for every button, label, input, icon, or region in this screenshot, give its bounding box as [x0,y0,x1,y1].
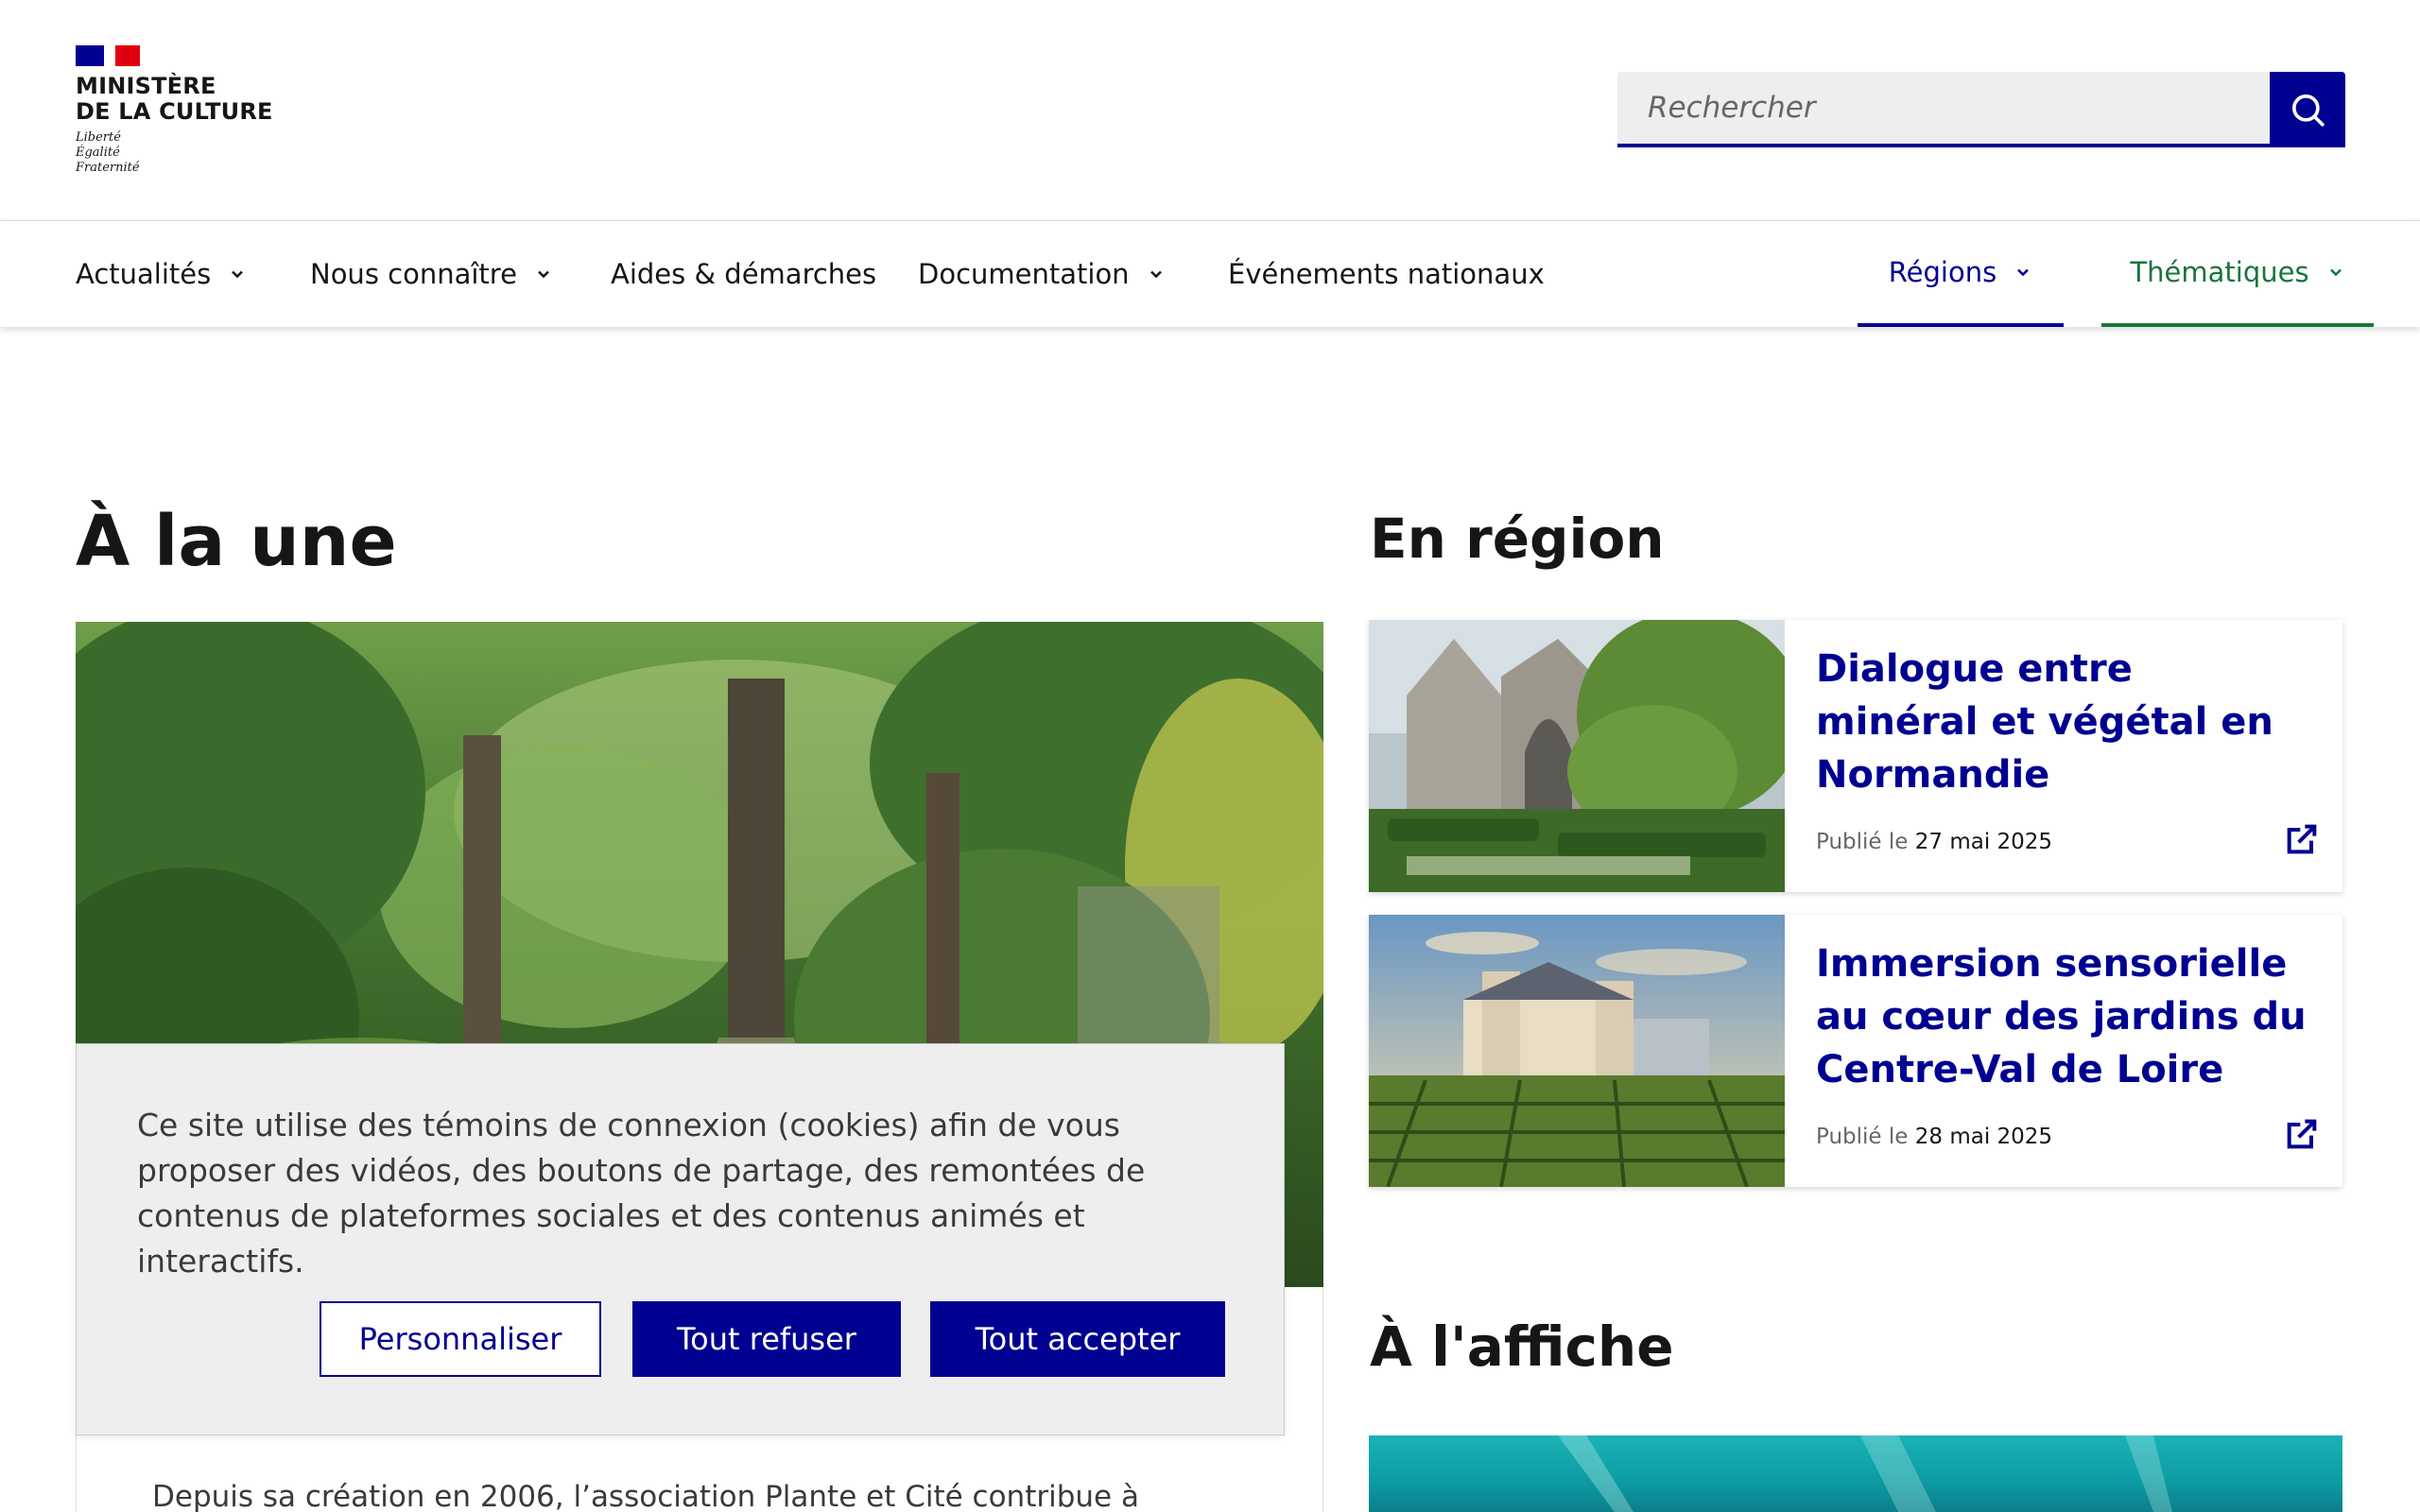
search-button[interactable] [2270,72,2345,147]
nav-item-aides-demarches[interactable]: Aides & démarches [611,221,876,327]
search-icon [2292,94,2325,127]
region-card[interactable]: Dialogue entre minéral et végétal en Nor… [1369,620,2342,892]
nav-item-label: Nous connaître [310,258,517,290]
affiche-image-underwater[interactable] [1369,1435,2342,1512]
nav-item-label: Documentation [918,258,1130,290]
search-input[interactable] [1617,72,2270,147]
nav-item-regions[interactable]: Régions [1858,221,2064,327]
chevron-down-icon [2014,263,2032,282]
customize-cookies-button[interactable]: Personnaliser [320,1301,601,1377]
nav-item-evenements-nationaux[interactable]: Événements nationaux [1228,221,1545,327]
section-heading-affiche: À l'affiche [1370,1314,1674,1379]
site-header: MINISTÈRE DE LA CULTURE Liberté Égalité … [0,0,2420,221]
region-card[interactable]: Immersion sensorielle au cœur des jardin… [1369,915,2342,1187]
republic-motto: Liberté Égalité Fraternité [76,130,140,175]
nav-item-label: Thématiques [2130,256,2309,288]
card-date: Publié le 28 mai 2025 [1816,1125,2053,1149]
nav-item-label: Aides & démarches [611,258,877,290]
chevron-down-icon [534,265,553,284]
feature-description: Depuis sa création en 2006, l’associatio… [152,1480,1139,1512]
ministry-name: MINISTÈRE DE LA CULTURE [76,73,273,125]
accept-all-cookies-button[interactable]: Tout accepter [930,1301,1225,1377]
chevron-down-icon [1147,265,1166,284]
nav-item-label: Régions [1888,256,1997,288]
cookie-message: Ce site utilise des témoins de connexion… [137,1107,1146,1280]
search-bar [1617,72,2345,147]
card-date: Publié le 27 mai 2025 [1816,830,2053,854]
card-image-normandie [1369,620,1785,892]
cookie-consent-banner: Ce site utilise des témoins de connexion… [76,1043,1285,1435]
nav-item-actualites[interactable]: Actualités [76,221,247,327]
external-link-icon [2283,1115,2321,1157]
nav-item-nous-connaitre[interactable]: Nous connaître [310,221,553,327]
nav-item-label: Actualités [76,258,212,290]
card-image-centre-val-de-loire [1369,915,1785,1187]
french-flag-icon [76,45,140,66]
card-title[interactable]: Dialogue entre minéral et végétal en Nor… [1816,643,2308,801]
refuse-all-cookies-button[interactable]: Tout refuser [632,1301,901,1377]
section-heading-une: À la une [76,501,397,582]
section-heading-region: En région [1370,507,1665,571]
main-navigation: Actualités Nous connaître Aides & démarc… [0,221,2420,327]
nav-item-documentation[interactable]: Documentation [918,221,1166,327]
card-title[interactable]: Immersion sensorielle au cœur des jardin… [1816,937,2308,1096]
ministry-logo[interactable]: MINISTÈRE DE LA CULTURE Liberté Égalité … [76,45,273,176]
chevron-down-icon [2326,263,2345,282]
external-link-icon [2283,820,2321,862]
chevron-down-icon [228,265,247,284]
nav-item-label: Événements nationaux [1228,258,1545,290]
nav-item-thematiques[interactable]: Thématiques [2101,221,2374,327]
